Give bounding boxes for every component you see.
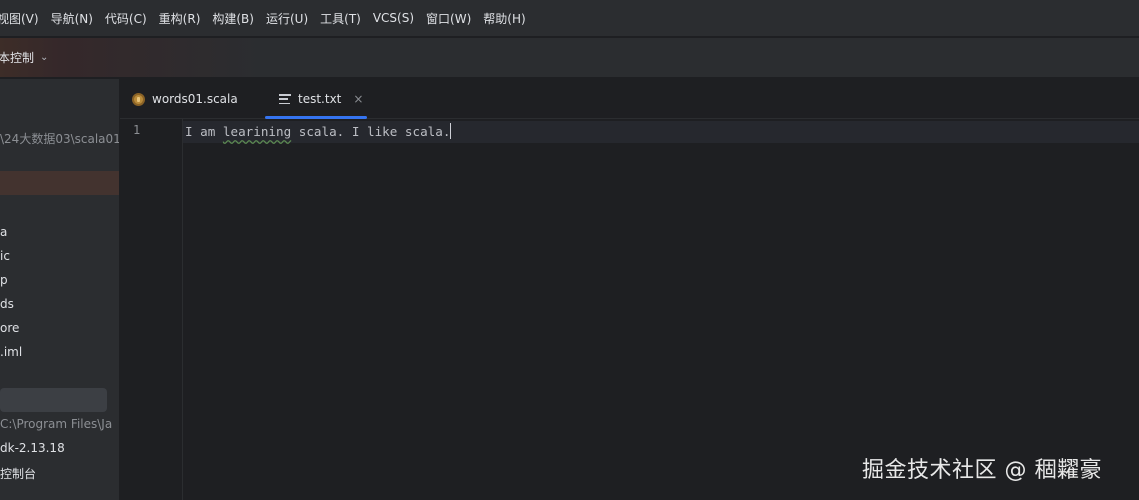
- editor-tabs: words01.scala test.txt ×: [120, 79, 1139, 119]
- menu-build[interactable]: 构建(B): [206, 10, 260, 27]
- tree-item[interactable]: p: [0, 273, 8, 287]
- jdk-path: C:\Program Files\Ja: [0, 417, 113, 431]
- tab-label: test.txt: [298, 92, 342, 106]
- scala-file-icon: [132, 92, 145, 106]
- menu-tools[interactable]: 工具(T): [314, 10, 367, 27]
- close-icon[interactable]: ×: [353, 92, 363, 106]
- line-number: 1: [133, 123, 141, 137]
- external-libraries-row[interactable]: [0, 388, 107, 412]
- menu-bar: 视图(V) 导航(N) 代码(C) 重构(R) 构建(B) 运行(U) 工具(T…: [0, 0, 1139, 37]
- tree-item[interactable]: ore: [0, 321, 19, 335]
- menu-code[interactable]: 代码(C): [99, 10, 153, 27]
- scala-sdk-item[interactable]: dk-2.13.18: [0, 441, 65, 455]
- line-gutter: 1: [120, 119, 183, 500]
- code-text: scala. I like scala.: [291, 124, 451, 139]
- menu-window[interactable]: 窗口(W): [420, 10, 477, 27]
- menu-navigate[interactable]: 导航(N): [45, 10, 99, 27]
- code-text: I am: [185, 124, 223, 139]
- project-path: \24大数据03\scala01: [0, 132, 120, 146]
- menu-vcs[interactable]: VCS(S): [367, 11, 420, 25]
- selected-tree-row[interactable]: [0, 171, 119, 195]
- tree-item[interactable]: ic: [0, 249, 10, 263]
- vcs-widget[interactable]: 本控制 ⌄: [0, 49, 48, 66]
- menu-view[interactable]: 视图(V): [0, 10, 45, 27]
- code-line[interactable]: I am learining scala. I like scala.: [185, 123, 452, 139]
- tab-words01-scala[interactable]: words01.scala: [132, 79, 238, 119]
- menu-refactor[interactable]: 重构(R): [153, 10, 207, 27]
- watermark: 掘金技术社区 @ 稒糶豪: [862, 458, 1102, 483]
- text-caret: [450, 123, 452, 139]
- tab-label: words01.scala: [152, 92, 238, 106]
- chevron-down-icon: ⌄: [40, 52, 49, 63]
- main-toolbar: 本控制 ⌄: [0, 38, 1139, 78]
- spelling-warning: learining: [222, 124, 292, 139]
- tree-item[interactable]: a: [0, 225, 7, 239]
- text-file-icon: [279, 94, 291, 104]
- console-item[interactable]: 控制台: [0, 465, 36, 482]
- vcs-label: 本控制: [0, 51, 35, 65]
- tree-item[interactable]: .iml: [0, 345, 22, 359]
- code-editor[interactable]: 1 I am learining scala. I like scala.: [120, 119, 1139, 500]
- tab-test-txt[interactable]: test.txt ×: [279, 79, 363, 119]
- tree-item[interactable]: ds: [0, 297, 14, 311]
- menu-help[interactable]: 帮助(H): [477, 10, 531, 27]
- project-sidebar: \24大数据03\scala01 a ic p ds ore .iml C:\P…: [0, 79, 120, 500]
- menu-run[interactable]: 运行(U): [260, 10, 314, 27]
